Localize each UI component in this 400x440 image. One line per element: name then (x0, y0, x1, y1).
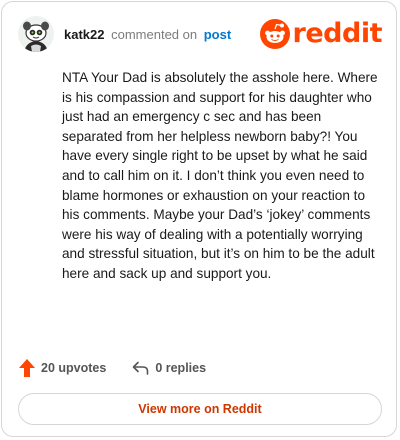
comment-meta: katk22 commented on post (64, 27, 231, 42)
reply-count: 0 replies (155, 361, 207, 375)
comment-embed-card: katk22 commented on post reddit NTA Your… (1, 1, 397, 437)
reddit-logo[interactable]: reddit (259, 18, 383, 50)
view-more-button[interactable]: View more on Reddit (18, 393, 382, 425)
reply-arrow-icon (133, 361, 149, 375)
reddit-alien-icon (259, 19, 290, 49)
reddit-wordmark: reddit (292, 18, 383, 49)
snoo-avatar-icon (18, 16, 54, 52)
upvote-button[interactable]: 20 upvotes (19, 359, 106, 377)
upvote-arrow-icon (19, 359, 35, 377)
replies-button[interactable]: 0 replies (132, 361, 206, 375)
commented-on-text: commented on (111, 27, 198, 42)
username[interactable]: katk22 (64, 27, 104, 42)
upvote-count: 20 upvotes (41, 361, 107, 375)
user-avatar[interactable] (18, 16, 54, 52)
comment-actions: 20 upvotes 0 replies (19, 358, 206, 378)
comment-body: NTA Your Dad is absolutely the asshole h… (62, 70, 378, 281)
comment-header: katk22 commented on post reddit (18, 16, 383, 52)
post-link[interactable]: post (204, 27, 231, 42)
